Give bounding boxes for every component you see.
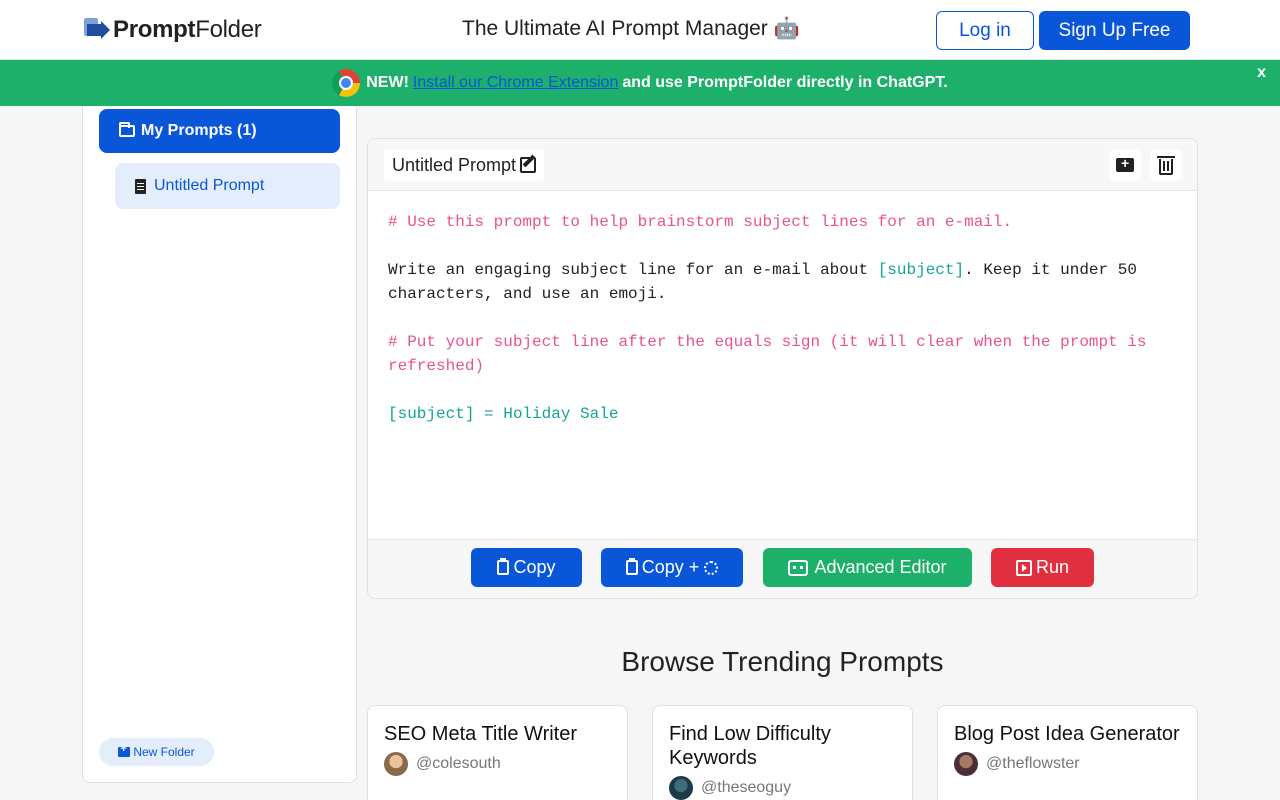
close-banner-button[interactable]: x xyxy=(1257,64,1266,82)
robot-icon xyxy=(788,559,809,576)
chrome-extension-link[interactable]: Install our Chrome Extension xyxy=(413,74,618,92)
trending-card[interactable]: SEO Meta Title Writer @colesouth xyxy=(367,705,628,800)
sidebar: My Prompts (1) Untitled Prompt New Folde… xyxy=(82,106,357,783)
new-folder-button[interactable]: New Folder xyxy=(99,738,214,766)
card-author: @colesouth xyxy=(384,752,611,776)
trending-card[interactable]: Find Low Difficulty Keywords @theseoguy xyxy=(652,705,913,800)
avatar xyxy=(669,776,693,800)
folder-plus-icon xyxy=(118,743,131,757)
login-button[interactable]: Log in xyxy=(936,11,1034,50)
variable-assignment: [subject] = Holiday Sale xyxy=(388,405,619,423)
prompt-text-area[interactable]: # Use this prompt to help brainstorm sub… xyxy=(388,210,1178,426)
body-text-start: Write an engaging subject line for an e-… xyxy=(388,261,878,279)
edit-icon[interactable] xyxy=(520,157,537,173)
copy-plus-label: Copy + xyxy=(641,557,700,577)
trending-heading: Browse Trending Prompts xyxy=(621,646,944,677)
move-to-folder-button[interactable] xyxy=(1109,149,1141,181)
logo[interactable]: PromptFolder xyxy=(84,16,262,44)
clipboard-icon xyxy=(625,558,638,575)
comment-line: # Put your subject line after the equals… xyxy=(388,333,1157,375)
sidebar-prompt-item[interactable]: Untitled Prompt xyxy=(115,163,340,209)
variable-token: [subject] xyxy=(877,261,965,279)
editor-footer: Copy Copy + Advanced Editor Run xyxy=(368,539,1197,598)
logo-text: PromptFolder xyxy=(113,16,262,43)
new-folder-label: New Folder xyxy=(133,745,195,759)
copy-button[interactable]: Copy xyxy=(471,548,582,587)
avatar xyxy=(384,752,408,776)
author-handle: @theseoguy xyxy=(701,779,792,796)
avatar xyxy=(954,752,978,776)
logo-icon xyxy=(84,18,110,42)
trending-card[interactable]: Blog Post Idea Generator @theflowster xyxy=(937,705,1198,800)
delete-prompt-button[interactable] xyxy=(1150,149,1182,181)
card-author: @theflowster xyxy=(954,752,1181,776)
prompt-label: Untitled Prompt xyxy=(154,177,265,194)
prompt-editor: Untitled Prompt # Use this prompt to hel… xyxy=(367,138,1198,599)
card-author: @theseoguy xyxy=(669,776,896,800)
advanced-editor-label: Advanced Editor xyxy=(814,557,947,577)
comment-line: # Use this prompt to help brainstorm sub… xyxy=(388,213,1013,231)
run-label: Run xyxy=(1035,557,1070,577)
trash-icon xyxy=(1157,155,1175,175)
prompt-title: Untitled Prompt xyxy=(392,154,517,175)
openai-icon xyxy=(704,560,719,575)
author-handle: @colesouth xyxy=(416,755,501,772)
banner-text: and use PromptFolder directly in ChatGPT… xyxy=(622,74,948,91)
document-icon xyxy=(135,178,146,194)
promo-banner: NEW! Install our Chrome Extension and us… xyxy=(0,60,1280,106)
clipboard-icon xyxy=(497,558,510,575)
prompt-title-field[interactable]: Untitled Prompt xyxy=(384,149,545,181)
folder-open-icon xyxy=(119,122,135,137)
card-title: SEO Meta Title Writer xyxy=(384,723,578,745)
folder-label: My Prompts (1) xyxy=(141,122,257,139)
folder-plus-icon xyxy=(1116,155,1134,172)
advanced-editor-button[interactable]: Advanced Editor xyxy=(763,548,972,587)
copy-to-chatgpt-button[interactable]: Copy + xyxy=(601,548,743,587)
sidebar-folder-my-prompts[interactable]: My Prompts (1) xyxy=(99,109,340,153)
play-icon xyxy=(1015,559,1032,576)
run-button[interactable]: Run xyxy=(991,548,1094,587)
top-navbar: PromptFolder The Ultimate AI Prompt Mana… xyxy=(0,0,1280,60)
tagline: The Ultimate AI Prompt Manager 🤖 xyxy=(462,17,800,40)
card-title: Blog Post Idea Generator xyxy=(954,723,1180,745)
chrome-icon xyxy=(332,69,361,97)
editor-header: Untitled Prompt xyxy=(368,139,1197,191)
card-title: Find Low Difficulty Keywords xyxy=(669,723,831,769)
copy-label: Copy xyxy=(513,557,556,577)
author-handle: @theflowster xyxy=(986,755,1080,772)
signup-button[interactable]: Sign Up Free xyxy=(1039,11,1190,50)
banner-new-label: NEW! xyxy=(366,74,409,91)
